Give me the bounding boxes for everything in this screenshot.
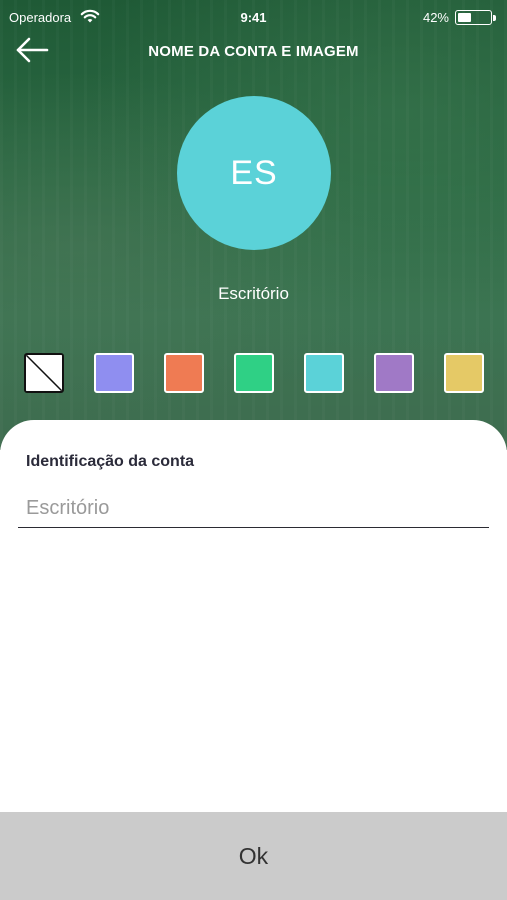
page-title: NOME DA CONTA E IMAGEM xyxy=(148,43,359,60)
no-color-icon xyxy=(26,355,62,391)
color-swatch-none[interactable] xyxy=(24,353,64,393)
navigation-bar: NOME DA CONTA E IMAGEM xyxy=(0,36,507,70)
header-background-image: Operadora 9:41 42% NOME DA CONTA E IMAGE… xyxy=(0,0,507,450)
color-swatch-green[interactable] xyxy=(234,353,274,393)
avatar-initials: ES xyxy=(230,153,278,192)
account-form-sheet: Identificação da conta xyxy=(0,420,507,812)
battery-percentage: 42% xyxy=(422,10,449,25)
color-swatch-purple[interactable] xyxy=(374,353,414,393)
color-swatch-orange[interactable] xyxy=(164,353,204,393)
account-name-input[interactable] xyxy=(18,490,489,528)
account-name-label: Escritório xyxy=(218,284,289,303)
ok-button-label: Ok xyxy=(238,842,269,869)
color-swatch-periwinkle[interactable] xyxy=(94,353,134,393)
battery-icon xyxy=(455,10,497,26)
color-swatch-cyan[interactable] xyxy=(304,353,344,393)
color-swatch-yellow[interactable] xyxy=(444,353,484,393)
account-avatar: ES xyxy=(177,96,331,250)
ok-button[interactable]: Ok xyxy=(0,812,507,900)
account-id-label: Identificação da conta xyxy=(26,453,195,470)
status-bar: Operadora 9:41 42% xyxy=(0,0,507,36)
